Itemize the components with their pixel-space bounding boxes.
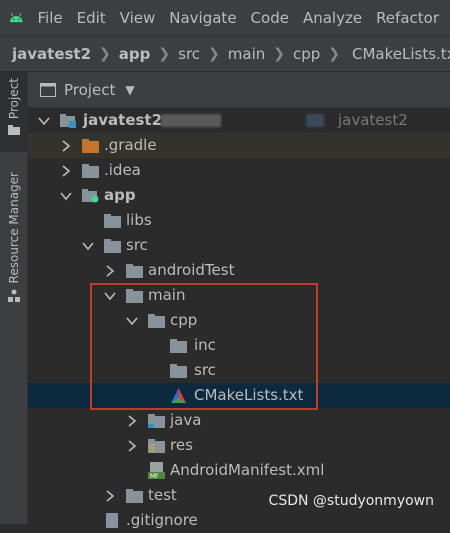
tree-label-res: res xyxy=(170,436,193,454)
redacted-path xyxy=(306,114,324,127)
chevron-right-icon[interactable] xyxy=(125,414,139,428)
chevron-down-icon[interactable] xyxy=(81,239,95,253)
chevron-down-icon[interactable] xyxy=(103,289,117,303)
android-module-icon xyxy=(82,189,99,203)
folder-icon xyxy=(126,489,143,503)
tree-row-cpp-src[interactable]: src xyxy=(28,358,450,383)
tree-row-src[interactable]: src xyxy=(28,233,450,258)
tree-row-androidtest[interactable]: androidTest xyxy=(28,258,450,283)
tree-row-root[interactable]: javatest2 javatest2 xyxy=(28,108,450,133)
tool-tab-resource-manager[interactable]: Resource Manager xyxy=(0,172,27,322)
manifest-file-icon: MF xyxy=(148,462,165,479)
menu-bar: File Edit View Navigate Code Analyze Ref… xyxy=(0,0,450,36)
tree-label-cpp: cpp xyxy=(170,311,198,329)
chevron-right-icon: ❯ xyxy=(99,46,111,62)
tool-tab-project-label: Project xyxy=(6,78,21,120)
watermark: CSDN @studyonmyown xyxy=(268,493,434,509)
tree-root-suffix: javatest2 xyxy=(338,111,408,129)
chevron-down-icon[interactable] xyxy=(125,314,139,328)
breadcrumb-item-app[interactable]: app xyxy=(119,45,151,63)
chevron-right-icon: ❯ xyxy=(273,46,285,62)
cmake-icon xyxy=(171,388,186,403)
chevron-right-icon: ❯ xyxy=(328,46,341,62)
chevron-down-icon[interactable] xyxy=(59,189,73,203)
chevron-right-icon[interactable] xyxy=(103,489,117,503)
breadcrumb-item-main[interactable]: main xyxy=(228,45,265,63)
menu-refactor[interactable]: Refactor xyxy=(373,9,442,27)
folder-icon xyxy=(104,239,121,253)
redacted-path xyxy=(161,114,221,127)
menu-edit[interactable]: Edit xyxy=(74,9,109,27)
text-file-icon xyxy=(106,513,118,528)
source-folder-icon xyxy=(148,414,165,428)
resource-folder-icon xyxy=(148,439,165,453)
project-panel-title: Project xyxy=(64,80,116,99)
resources-icon xyxy=(7,289,20,303)
chevron-right-icon: ❯ xyxy=(208,46,220,62)
tree-label-src: src xyxy=(126,236,148,254)
tree-row-idea[interactable]: .idea xyxy=(28,158,450,183)
tree-label-idea: .idea xyxy=(104,161,141,179)
tree-label-gitignore: .gitignore xyxy=(126,511,198,529)
folder-icon xyxy=(82,164,99,178)
tree-label-manifest: AndroidManifest.xml xyxy=(170,461,325,479)
folder-icon xyxy=(170,364,187,378)
dropdown-arrow-icon[interactable]: ▼ xyxy=(125,83,134,97)
chevron-right-icon[interactable] xyxy=(125,439,139,453)
excluded-folder-icon xyxy=(82,139,99,153)
chevron-right-icon[interactable] xyxy=(59,139,73,153)
folder-icon xyxy=(126,264,143,278)
breadcrumb-item-cpp[interactable]: cpp xyxy=(293,45,320,63)
svg-text:MF: MF xyxy=(150,473,159,479)
tool-window-strip: Project Resource Manager xyxy=(0,72,28,524)
menu-analyze[interactable]: Analyze xyxy=(300,9,365,27)
project-panel-header: Project ▼ xyxy=(28,72,450,108)
project-view-icon xyxy=(40,82,56,97)
folder-icon xyxy=(7,125,20,136)
tool-tab-resource-manager-label: Resource Manager xyxy=(6,172,21,284)
tree-label-test: test xyxy=(148,486,177,504)
chevron-right-icon[interactable] xyxy=(59,164,73,178)
tool-tab-project[interactable]: Project xyxy=(0,72,27,152)
folder-icon xyxy=(170,339,187,353)
breadcrumb-item-cmakelists[interactable]: CMakeLists.txt xyxy=(352,45,450,63)
menu-file[interactable]: File xyxy=(34,9,65,27)
menu-view[interactable]: View xyxy=(117,9,159,27)
menu-navigate[interactable]: Navigate xyxy=(166,9,239,27)
breadcrumb: javatest2 ❯ app ❯ src ❯ main ❯ cpp ❯ CMa… xyxy=(0,36,450,72)
android-studio-logo-icon xyxy=(10,12,23,23)
folder-icon xyxy=(104,214,121,228)
project-tree: javatest2 javatest2 .gradle .idea app li… xyxy=(28,108,450,529)
chevron-down-icon[interactable] xyxy=(37,114,51,128)
tree-row-cpp[interactable]: cpp xyxy=(28,308,450,333)
tree-row-app[interactable]: app xyxy=(28,183,450,208)
tree-row-inc[interactable]: inc xyxy=(28,333,450,358)
tree-row-manifest[interactable]: MF AndroidManifest.xml xyxy=(28,458,450,483)
tree-label-libs: libs xyxy=(126,211,152,229)
tree-label-java: java xyxy=(170,411,202,429)
breadcrumb-item-src[interactable]: src xyxy=(178,45,200,63)
folder-icon xyxy=(126,289,143,303)
tree-label-gradle: .gradle xyxy=(104,136,157,154)
tree-label-cmakelists: CMakeLists.txt xyxy=(194,386,304,404)
chevron-right-icon[interactable] xyxy=(103,264,117,278)
tree-row-java[interactable]: java xyxy=(28,408,450,433)
tree-row-gitignore[interactable]: .gitignore xyxy=(28,508,450,533)
tree-row-gradle[interactable]: .gradle xyxy=(28,133,450,158)
folder-icon xyxy=(148,314,165,328)
menu-code[interactable]: Code xyxy=(248,9,292,27)
tree-label-cpp-src: src xyxy=(194,361,216,379)
tree-label-app: app xyxy=(104,186,136,204)
breadcrumb-item-project[interactable]: javatest2 xyxy=(12,45,91,63)
project-module-icon xyxy=(60,114,76,128)
tree-row-cmakelists[interactable]: CMakeLists.txt xyxy=(28,383,450,408)
tree-row-main[interactable]: main xyxy=(28,283,450,308)
tree-row-libs[interactable]: libs xyxy=(28,208,450,233)
tree-label-root: javatest2 xyxy=(83,111,163,129)
chevron-right-icon: ❯ xyxy=(158,46,171,62)
tree-row-res[interactable]: res xyxy=(28,433,450,458)
tree-label-androidtest: androidTest xyxy=(148,261,235,279)
tree-label-main: main xyxy=(148,286,186,304)
tree-label-inc: inc xyxy=(194,336,216,354)
